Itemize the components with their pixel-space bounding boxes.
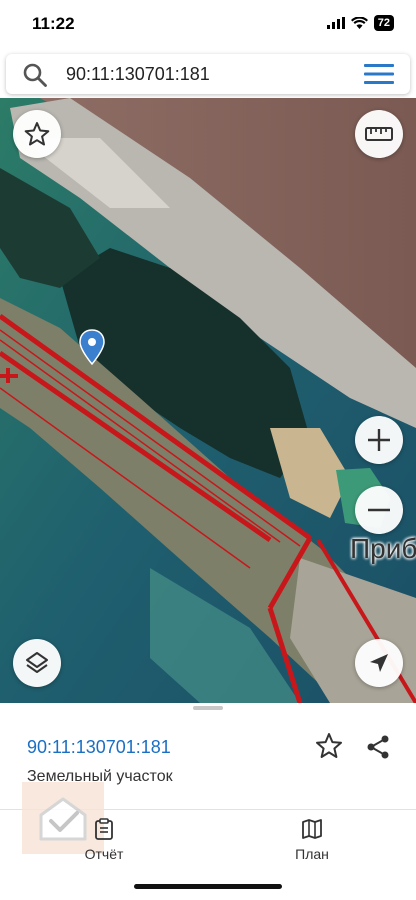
menu-icon[interactable]	[364, 64, 394, 84]
ruler-button[interactable]	[355, 110, 403, 158]
search-bar	[6, 54, 410, 94]
battery-indicator: 72	[373, 15, 394, 31]
star-icon	[24, 122, 50, 146]
home-indicator	[134, 884, 282, 889]
search-input[interactable]	[66, 60, 346, 88]
map-place-label: Приб	[350, 533, 416, 564]
tab-report[interactable]: Отчёт	[54, 818, 154, 864]
map-icon	[302, 819, 322, 839]
tab-label: План	[295, 846, 329, 862]
drag-handle[interactable]	[193, 706, 223, 710]
signal-icon	[326, 17, 345, 29]
tab-label: Отчёт	[84, 846, 124, 862]
cadastral-number[interactable]: 90:11:130701:181	[27, 737, 171, 758]
tab-plan[interactable]: План	[262, 818, 362, 864]
plus-icon	[368, 429, 390, 451]
layers-button[interactable]	[13, 639, 61, 687]
status-bar: 11:22 72	[0, 0, 416, 50]
status-icons: 72	[326, 15, 394, 31]
share-icon[interactable]	[364, 733, 392, 761]
status-time: 11:22	[32, 14, 75, 33]
locate-button[interactable]	[355, 639, 403, 687]
zoom-out-button[interactable]	[355, 486, 403, 534]
clipboard-icon	[95, 818, 113, 840]
star-icon[interactable]	[314, 731, 344, 761]
search-icon[interactable]	[22, 62, 48, 88]
satellite-imagery	[0, 98, 416, 703]
navigation-arrow-icon	[370, 654, 388, 672]
layers-icon	[26, 652, 48, 673]
zoom-in-button[interactable]	[355, 416, 403, 464]
wifi-icon	[350, 17, 368, 29]
ruler-icon	[365, 127, 393, 141]
favorite-button[interactable]	[13, 110, 61, 158]
minus-icon	[368, 508, 390, 512]
satellite-map[interactable]: Приб	[0, 98, 416, 703]
